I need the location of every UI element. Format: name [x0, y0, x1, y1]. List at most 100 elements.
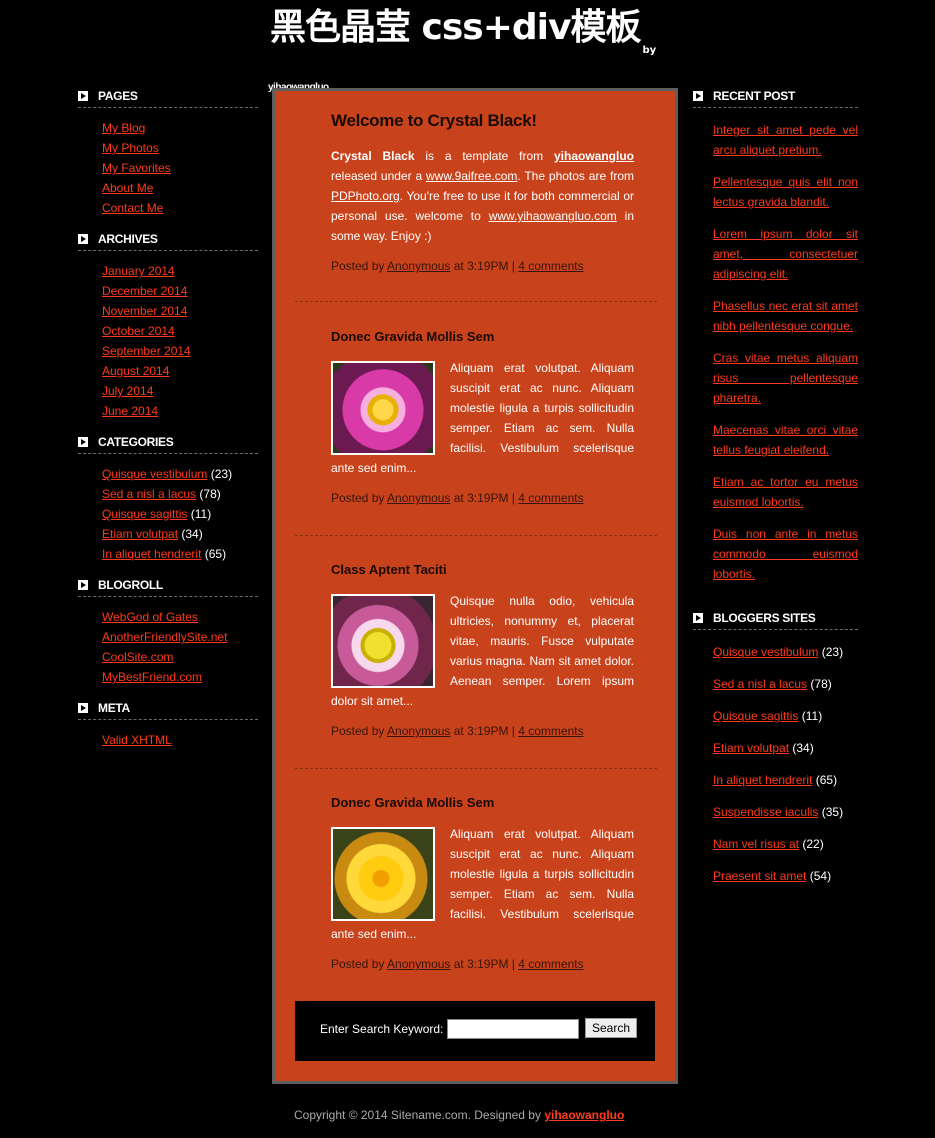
author-link[interactable]: yihaowangluo — [554, 149, 634, 163]
site-link[interactable]: www.yihaowangluo.com — [489, 209, 617, 223]
category-link[interactable]: Quisque vestibulum — [102, 467, 207, 481]
post-title: Class Aptent Taciti — [331, 562, 447, 577]
post-thumbnail[interactable] — [331, 361, 435, 455]
designer-link[interactable]: yihaowangluo — [544, 1108, 624, 1122]
category-count: (78) — [199, 487, 221, 501]
list-item: About Me — [102, 178, 258, 198]
post-meta: Posted by Anonymous at 3:19PM | 4 commen… — [331, 488, 634, 508]
widget-heading-label: META — [98, 701, 130, 715]
list-item: My Blog — [102, 118, 258, 138]
blogger-site-link[interactable]: Praesent sit amet — [713, 869, 806, 883]
blogroll-link[interactable]: MyBestFriend.com — [102, 670, 202, 684]
category-link[interactable]: Sed a nisl a lacus — [102, 487, 196, 501]
archive-link[interactable]: June 2014 — [102, 404, 158, 418]
list-item: Etiam volutpat (34) — [102, 524, 258, 544]
blogroll-link[interactable]: CoolSite.com — [102, 650, 173, 664]
recent-post-link[interactable]: Phasellus nec erat sit amet nibh pellent… — [713, 299, 858, 333]
post-title: Donec Gravida Mollis Sem — [331, 795, 495, 810]
widget-heading-label: ARCHIVES — [98, 232, 158, 246]
recent-post-link[interactable]: Lorem ipsum dolor sit amet, consectetuer… — [713, 227, 858, 281]
page-link-my-blog[interactable]: My Blog — [102, 121, 145, 135]
search-button[interactable]: Search — [585, 1018, 638, 1038]
post-author-link[interactable]: Anonymous — [387, 491, 450, 505]
post-comments-link[interactable]: 4 comments — [518, 957, 583, 971]
list-item: Pellentesque quis elit non lectus gravid… — [713, 172, 858, 212]
list-item: In aliquet hendrerit (65) — [102, 544, 258, 564]
site-title: 黑色晶莹 css+div模板by — [270, 4, 656, 75]
blogroll-link[interactable]: WebGod of Gates — [102, 610, 198, 624]
page-link-about-me[interactable]: About Me — [102, 181, 153, 195]
post-author-link[interactable]: Anonymous — [387, 724, 450, 738]
recent-post-link[interactable]: Etiam ac tortor eu metus euismod loborti… — [713, 475, 858, 509]
recent-post-link[interactable]: Cras vitae metus aliquam risus pellentes… — [713, 351, 858, 405]
site-count: (78) — [810, 677, 832, 691]
blogger-site-link[interactable]: Suspendisse iaculis — [713, 805, 818, 819]
post-author-link[interactable]: Anonymous — [387, 259, 450, 273]
archive-link[interactable]: July 2014 — [102, 384, 153, 398]
site-count: (23) — [821, 645, 844, 659]
post-meta: Posted by Anonymous at 3:19PM | 4 commen… — [331, 256, 634, 276]
meta-text: at 3:19PM | — [450, 259, 519, 273]
archive-link[interactable]: August 2014 — [102, 364, 169, 378]
post-author-link[interactable]: Anonymous — [387, 957, 450, 971]
site-title-text: 黑色晶莹 css+div模板 — [270, 7, 641, 48]
page-link-contact-me[interactable]: Contact Me — [102, 201, 163, 215]
widget-heading-blogroll: BLOGROLL — [78, 575, 258, 597]
list-item: October 2014 — [102, 321, 258, 341]
post-title: Donec Gravida Mollis Sem — [331, 329, 495, 344]
blog-post: Donec Gravida Mollis Sem Aliquam erat vo… — [295, 302, 657, 536]
blogger-site-link[interactable]: Sed a nisl a lacus — [713, 677, 807, 691]
bloggers-sites-list: Quisque vestibulum (23) Sed a nisl a lac… — [693, 630, 858, 910]
post-comments-link[interactable]: 4 comments — [518, 259, 583, 273]
blogger-site-link[interactable]: Quisque sagittis — [713, 709, 798, 723]
recent-post-link[interactable]: Duis non ante in metus commodo euismod l… — [713, 527, 858, 581]
post-thumbnail[interactable] — [331, 827, 435, 921]
post-comments-link[interactable]: 4 comments — [518, 491, 583, 505]
list-item: My Photos — [102, 138, 258, 158]
widget-heading-archives: ARCHIVES — [78, 229, 258, 251]
recent-post-list: Integer sit amet pede vel arcu aliquet p… — [693, 108, 858, 608]
site-title-sub: by — [642, 45, 657, 56]
valid-xhtml-link[interactable]: Valid XHTML — [102, 733, 172, 747]
blogger-site-link[interactable]: In aliquet hendrerit — [713, 773, 812, 787]
archive-link[interactable]: September 2014 — [102, 344, 191, 358]
arrow-bullet-icon — [693, 91, 703, 101]
pages-list: My Blog My Photos My Favorites About Me … — [78, 108, 258, 229]
page-link-my-favorites[interactable]: My Favorites — [102, 161, 171, 175]
blogger-site-link[interactable]: Etiam volutpat — [713, 741, 789, 755]
recent-post-link[interactable]: Pellentesque quis elit non lectus gravid… — [713, 175, 858, 209]
meta-text: at 3:19PM | — [450, 957, 519, 971]
post-meta: Posted by Anonymous at 3:19PM | 4 commen… — [331, 954, 634, 974]
search-form: Enter Search Keyword: Search — [295, 1001, 655, 1061]
archive-link[interactable]: November 2014 — [102, 304, 187, 318]
category-link[interactable]: In aliquet hendrerit — [102, 547, 201, 561]
post-comments-link[interactable]: 4 comments — [518, 724, 583, 738]
page-link-my-photos[interactable]: My Photos — [102, 141, 159, 155]
widget-heading-meta: META — [78, 698, 258, 720]
archive-link[interactable]: October 2014 — [102, 324, 175, 338]
blogger-site-link[interactable]: Quisque vestibulum — [713, 645, 818, 659]
site-count: (22) — [802, 837, 824, 851]
post-thumbnail[interactable] — [331, 594, 435, 688]
license-link[interactable]: www.9aifree.com — [426, 169, 517, 183]
recent-post-link[interactable]: Integer sit amet pede vel arcu aliquet p… — [713, 123, 858, 157]
category-link[interactable]: Etiam volutpat — [102, 527, 178, 541]
recent-post-link[interactable]: Maecenas vitae orci vitae tellus feugiat… — [713, 423, 858, 457]
arrow-bullet-icon — [78, 437, 88, 447]
list-item: January 2014 — [102, 261, 258, 281]
meta-text: at 3:19PM | — [450, 724, 519, 738]
archive-link[interactable]: January 2014 — [102, 264, 175, 278]
blogger-site-link[interactable]: Nam vel risus at — [713, 837, 799, 851]
list-item: Quisque sagittis (11) — [102, 504, 258, 524]
photo-source-link[interactable]: PDPhoto.org — [331, 189, 400, 203]
widget-heading-label: CATEGORIES — [98, 435, 174, 449]
search-input[interactable] — [447, 1019, 579, 1039]
category-link[interactable]: Quisque sagittis — [102, 507, 187, 521]
list-item: Etiam volutpat (34) — [713, 738, 858, 770]
blogroll-link[interactable]: AnotherFriendlySite.net — [102, 630, 227, 644]
list-item: Quisque sagittis (11) — [713, 706, 858, 738]
list-item: December 2014 — [102, 281, 258, 301]
archive-link[interactable]: December 2014 — [102, 284, 187, 298]
list-item: Integer sit amet pede vel arcu aliquet p… — [713, 120, 858, 160]
list-item: CoolSite.com — [102, 647, 258, 667]
